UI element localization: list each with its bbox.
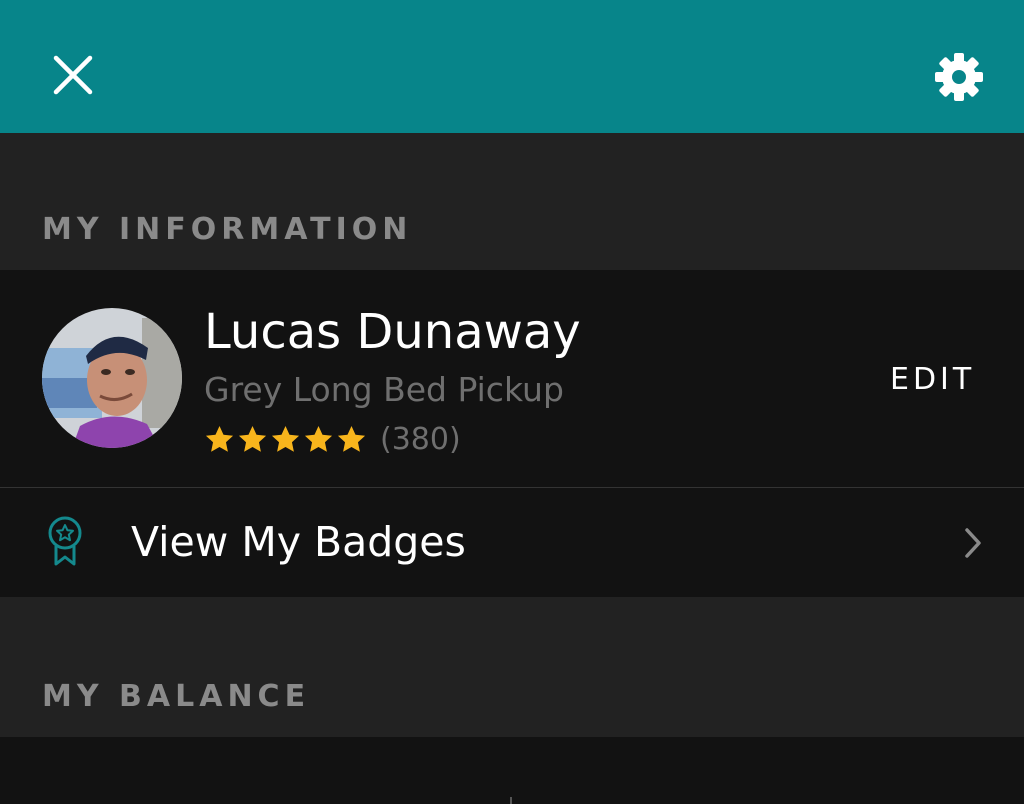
badge-icon <box>48 516 82 566</box>
rating-stars <box>204 424 367 455</box>
view-badges-row[interactable]: View My Badges <box>0 488 1024 597</box>
chevron-right-icon <box>965 528 981 558</box>
balance-card <box>0 737 1024 804</box>
profile-card: Lucas Dunaway Grey Long Bed Pickup (380)… <box>0 270 1024 487</box>
avatar <box>42 308 182 448</box>
view-badges-label: View My Badges <box>131 518 466 566</box>
close-button[interactable] <box>50 52 96 98</box>
rating-count: (380) <box>380 422 461 457</box>
balance-divider <box>510 797 512 804</box>
edit-button[interactable]: EDIT <box>890 362 975 397</box>
section-header-my-information: MY INFORMATION <box>42 212 413 247</box>
star-icon <box>271 425 300 452</box>
close-icon <box>53 55 93 95</box>
driver-name: Lucas Dunaway <box>204 304 581 360</box>
vehicle-description: Grey Long Bed Pickup <box>204 370 564 409</box>
star-icon <box>205 425 234 452</box>
star-icon <box>238 425 267 452</box>
section-header-my-balance: MY BALANCE <box>42 679 311 714</box>
gear-icon <box>935 53 983 101</box>
settings-button[interactable] <box>932 50 986 104</box>
top-bar <box>0 0 1024 133</box>
settings-screen: MY INFORMATION Lucas Dunaway Grey Long B… <box>0 0 1024 804</box>
star-icon <box>337 425 366 452</box>
star-icon <box>304 425 333 452</box>
